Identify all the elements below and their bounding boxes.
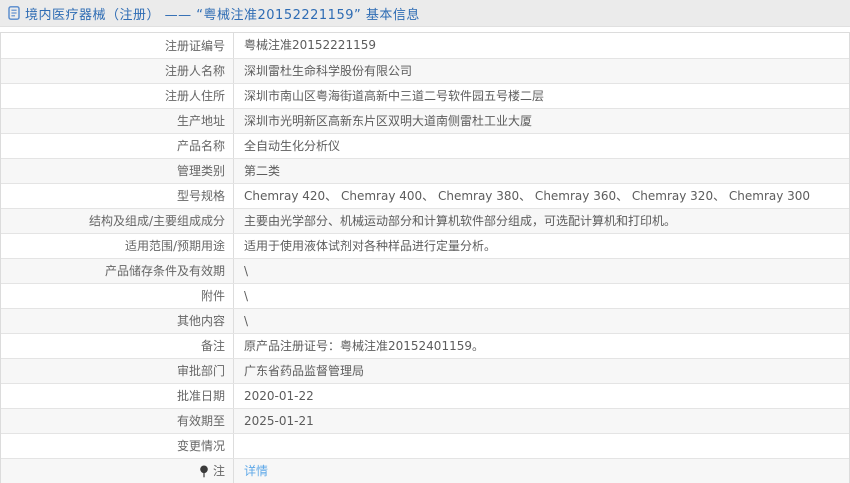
table-row: 适用范围/预期用途 适用于使用液体试剂对各种样品进行定量分析。 (1, 233, 849, 258)
row-value: 2020-01-22 (244, 389, 314, 403)
row-label-text: 附件 (200, 289, 225, 303)
table-row: 型号规格 Chemray 420、 Chemray 400、 Chemray 38… (1, 183, 849, 208)
table-row: 结构及组成/主要组成成分 主要由光学部分、机械运动部分和计算机软件部分组成，可选配… (1, 208, 849, 233)
pin-icon (199, 465, 209, 478)
row-value: \ (244, 314, 249, 328)
row-value: 深圳市南山区粤海街道高新中三道二号软件园五号楼二层 (244, 89, 545, 103)
table-row: 有效期至 2025-01-21 (1, 408, 849, 433)
info-table: 注册证编号 粤械注准20152221159 注册人名称 深圳雷杜生命科学股份有限公司注… (0, 32, 850, 483)
row-label-text: 注册人名称 (164, 64, 225, 78)
row-label-text: 备注 (200, 339, 225, 353)
detail-link[interactable]: 详情 (244, 464, 268, 478)
table-row: 其他内容 \ (1, 308, 849, 333)
row-label: 注册人住所 (1, 84, 234, 108)
row-label: 型号规格 (1, 184, 234, 208)
row-label: 有效期至 (1, 409, 234, 433)
row-label: 备注 (1, 334, 234, 358)
row-value: \ (244, 289, 249, 303)
row-value: 详情 (234, 459, 849, 483)
row-value: 深圳雷杜生命科学股份有限公司 (244, 64, 413, 78)
row-value: 深圳市光明新区高新东片区双明大道南侧雷杜工业大厦 (244, 114, 533, 128)
row-label-text: 审批部门 (176, 364, 225, 378)
row-label: 管理类别 (1, 159, 234, 183)
table-row: 批准日期 2020-01-22 (1, 383, 849, 408)
row-value: 粤械注准20152221159 (244, 38, 376, 52)
row-value: 原产品注册证号：粤械注准20152401159。 (244, 339, 484, 353)
row-value: 第二类 (244, 164, 281, 178)
table-row: 注 详情 (1, 458, 849, 483)
row-value: 适用于使用液体试剂对各种样品进行定量分析。 (244, 239, 497, 253)
row-label-text: 型号规格 (176, 189, 225, 203)
row-label-text: 生产地址 (176, 114, 225, 128)
table-row: 注册人名称 深圳雷杜生命科学股份有限公司 (1, 58, 849, 83)
row-value: 广东省药品监督管理局 (244, 364, 365, 378)
row-value (234, 434, 849, 458)
row-label-text: 结构及组成/主要组成成分 (88, 214, 225, 228)
row-label-text: 注册证编号 (164, 38, 225, 53)
row-label-text: 批准日期 (176, 389, 225, 403)
row-label: 注 (1, 459, 234, 483)
row-value: 2025-01-21 (244, 414, 314, 428)
table-row: 变更情况 (1, 433, 849, 458)
table-row: 备注 原产品注册证号：粤械注准20152401159。 (1, 333, 849, 358)
row-label-text: 注册人住所 (164, 89, 225, 103)
row-label: 注册证编号 (1, 33, 234, 58)
row-label: 生产地址 (1, 109, 234, 133)
row-label: 结构及组成/主要组成成分 (1, 209, 234, 233)
row-label-text: 有效期至 (176, 414, 225, 428)
page-title: 境内医疗器械（注册） —— “粤械注准20152221159” 基本信息 (25, 7, 420, 23)
row-label-text: 产品名称 (176, 139, 225, 153)
row-label: 产品名称 (1, 134, 234, 158)
row-label: 审批部门 (1, 359, 234, 383)
row-label: 批准日期 (1, 384, 234, 408)
table-row: 产品名称 全自动生化分析仪 (1, 133, 849, 158)
table-row: 审批部门 广东省药品监督管理局 (1, 358, 849, 383)
table-row: 注册证编号 粤械注准20152221159 (1, 33, 849, 58)
row-label: 注册人名称 (1, 59, 234, 83)
row-label-text: 变更情况 (176, 439, 225, 453)
row-value: \ (244, 264, 249, 278)
table-row: 管理类别 第二类 (1, 158, 849, 183)
row-label: 其他内容 (1, 309, 234, 333)
row-label-text: 注 (212, 464, 225, 478)
table-row: 产品储存条件及有效期 \ (1, 258, 849, 283)
page-header: 境内医疗器械（注册） —— “粤械注准20152221159” 基本信息 (0, 0, 850, 27)
row-value: 全自动生化分析仪 (244, 139, 341, 153)
row-label-text: 产品储存条件及有效期 (104, 264, 225, 278)
row-label: 适用范围/预期用途 (1, 234, 234, 258)
row-value: 主要由光学部分、机械运动部分和计算机软件部分组成，可选配计算机和打印机。 (244, 214, 677, 228)
row-label: 变更情况 (1, 434, 234, 458)
row-label-text: 其他内容 (176, 314, 225, 328)
table-row: 附件 \ (1, 283, 849, 308)
table-row: 生产地址 深圳市光明新区高新东片区双明大道南侧雷杜工业大厦 (1, 108, 849, 133)
row-label: 产品储存条件及有效期 (1, 259, 234, 283)
row-label-text: 适用范围/预期用途 (124, 239, 225, 253)
document-icon (8, 6, 20, 20)
row-label-text: 管理类别 (176, 164, 225, 178)
row-value: Chemray 420、 Chemray 400、 Chemray 380、 C… (244, 189, 811, 203)
table-row: 注册人住所 深圳市南山区粤海街道高新中三道二号软件园五号楼二层 (1, 83, 849, 108)
row-label: 附件 (1, 284, 234, 308)
